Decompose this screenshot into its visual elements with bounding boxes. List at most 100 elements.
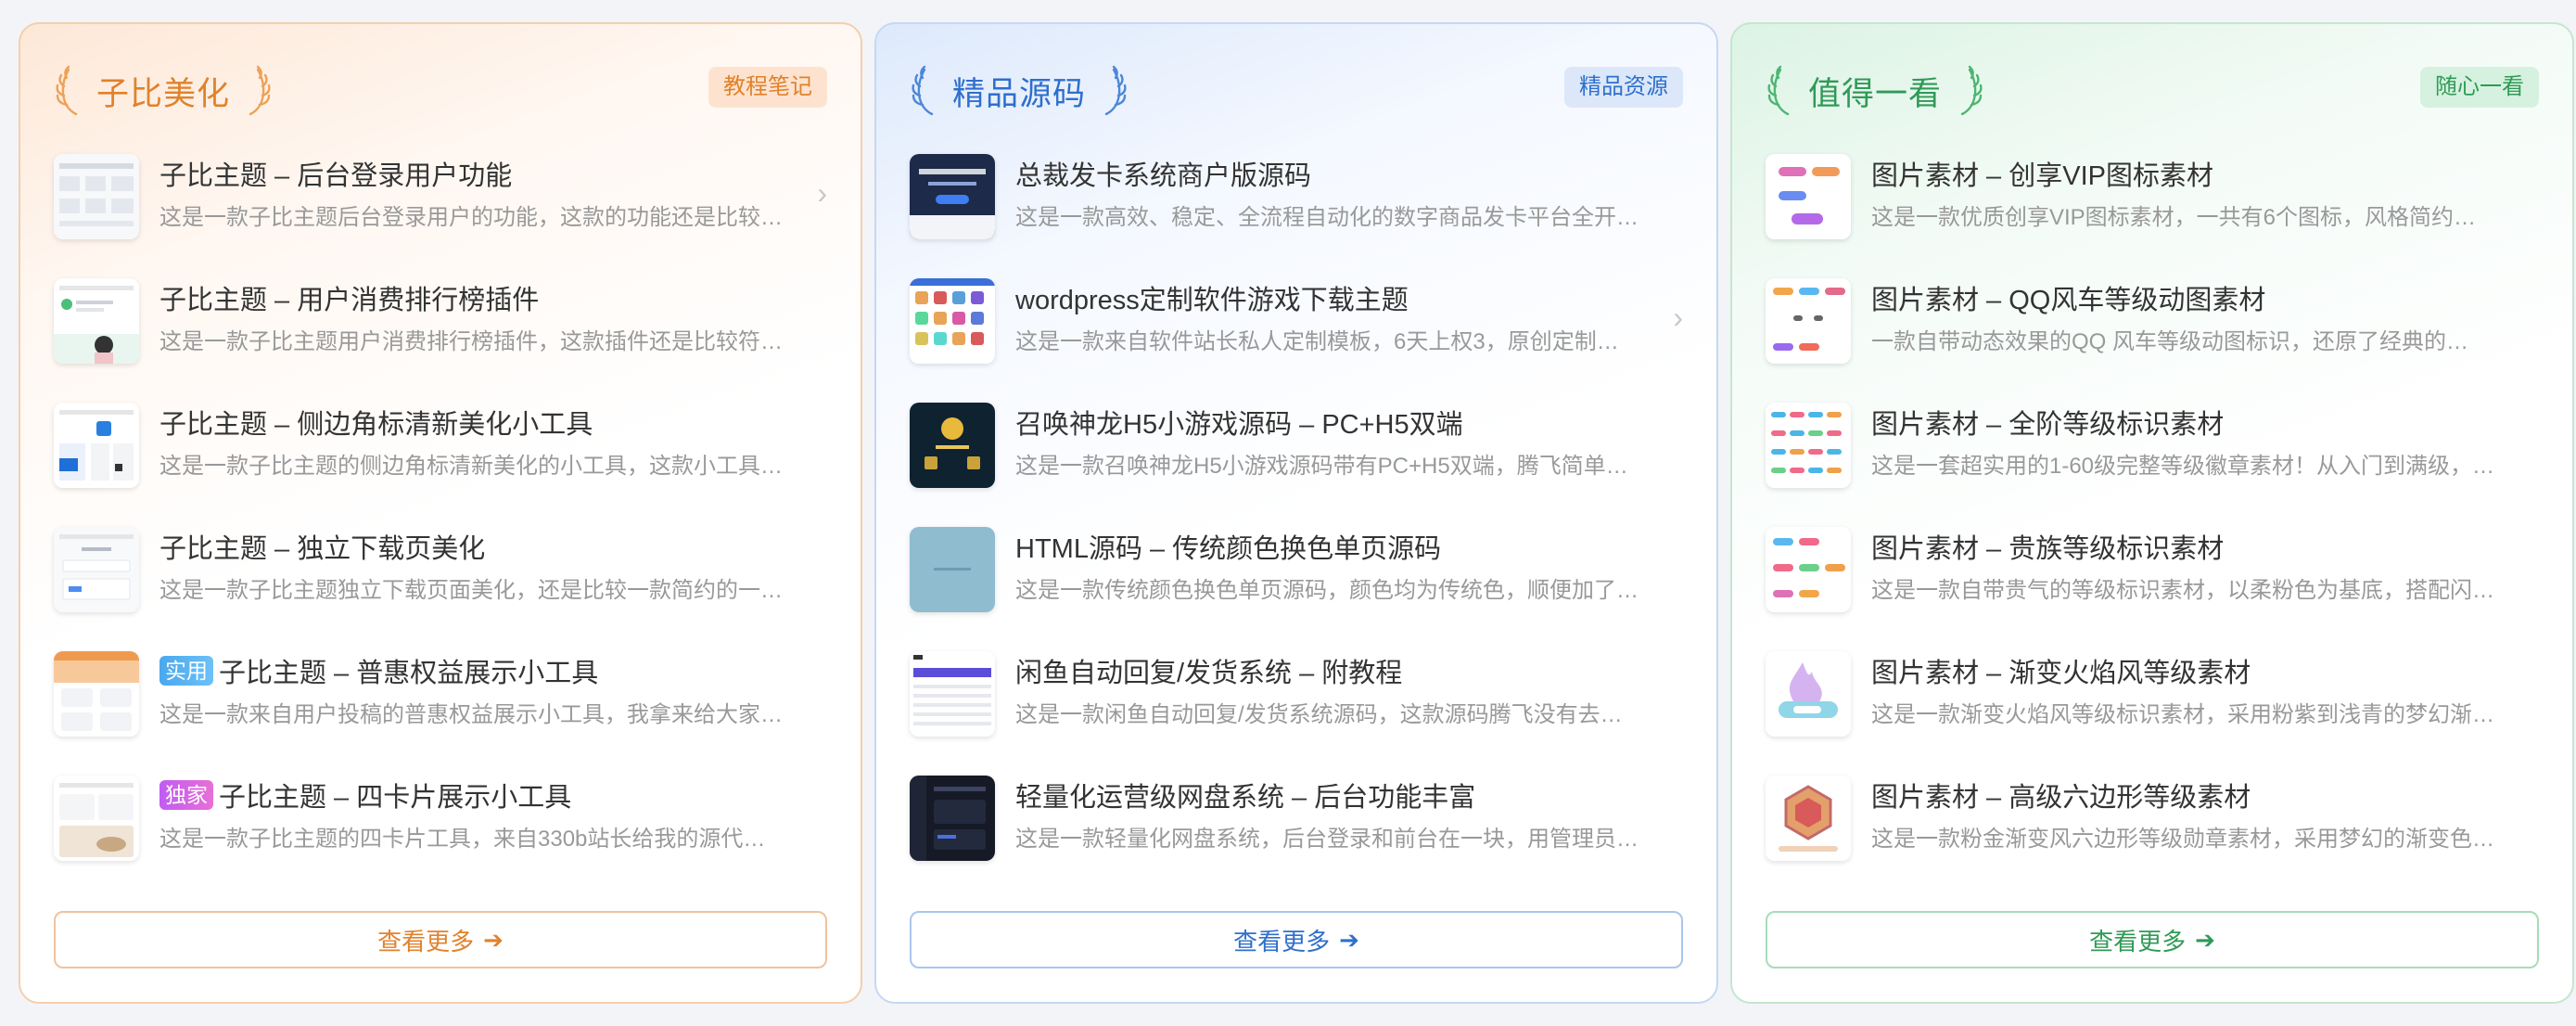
- list-item[interactable]: 子比主题 – 用户消费排行榜插件 这是一款子比主题用户消费排行榜插件，这款插件还…: [54, 273, 827, 397]
- item-description: 这是一款子比主题后台登录用户的功能，这款的功能还是比较…: [159, 205, 783, 230]
- list-item[interactable]: 子比主题 – 独立下载页美化 这是一款子比主题独立下载页面美化，还是比较一款简约…: [54, 521, 827, 646]
- item-title[interactable]: wordpress定制软件游戏下载主题: [1015, 278, 1664, 317]
- item-title-text[interactable]: 图片素材 – 贵族等级标识素材: [1871, 527, 2224, 566]
- item-title[interactable]: 实用 子比主题 – 普惠权益展示小工具: [159, 651, 809, 690]
- panel-header: 值得一看 随心一看: [1766, 61, 2539, 121]
- item-title[interactable]: 图片素材 – 全阶等级标识素材: [1871, 403, 2520, 442]
- list-item[interactable]: 图片素材 – QQ风车等级动图素材 一款自带动态效果的QQ 风车等级动图标识，还…: [1766, 273, 2539, 397]
- item-title-text[interactable]: 子比主题 – 后台登录用户功能: [159, 154, 512, 193]
- thumbnail[interactable]: [910, 154, 995, 239]
- list-item[interactable]: 图片素材 – 高级六边形等级素材 这是一款粉金渐变风六边形等级勋章素材，采用梦幻…: [1766, 770, 2539, 894]
- item-title-text[interactable]: 闲鱼自动回复/发货系统 – 附教程: [1015, 651, 1402, 690]
- panel-title-group: 精品源码: [910, 61, 1129, 121]
- item-title-text[interactable]: 子比主题 – 侧边角标清新美化小工具: [159, 403, 593, 442]
- list-item[interactable]: 闲鱼自动回复/发货系统 – 附教程 这是一款闲鱼自动回复/发货系统源码，这款源码…: [910, 646, 1683, 770]
- panel-zibi-beautify: 子比美化 教程笔记 子比主题 – 后台登录用户功能 这是一款子比主题后台登录用户…: [19, 22, 862, 1004]
- item-title-text[interactable]: 总裁发卡系统商户版源码: [1015, 154, 1311, 193]
- thumbnail[interactable]: [910, 527, 995, 612]
- chevron-right-icon: ›: [817, 176, 827, 210]
- item-title[interactable]: 子比主题 – 后台登录用户功能: [159, 154, 809, 193]
- arrow-right-icon: ➔: [483, 925, 504, 954]
- thumbnail[interactable]: [910, 278, 995, 364]
- list-item[interactable]: 图片素材 – 创享VIP图标素材 这是一款优质创享VIP图标素材，一共有6个图标…: [1766, 148, 2539, 273]
- item-title-text[interactable]: 图片素材 – 高级六边形等级素材: [1871, 776, 2251, 814]
- item-title-text[interactable]: HTML源码 – 传统颜色换色单页源码: [1015, 527, 1441, 566]
- thumbnail[interactable]: [1766, 403, 1851, 488]
- item-title-text[interactable]: 子比主题 – 普惠权益展示小工具: [219, 651, 598, 690]
- list-item[interactable]: 独家 子比主题 – 四卡片展示小工具 这是一款子比主题的四卡片工具，来自330b站…: [54, 770, 827, 894]
- item-title-text[interactable]: wordpress定制软件游戏下载主题: [1015, 278, 1409, 317]
- panel-header: 子比美化 教程笔记: [54, 61, 827, 121]
- list-item[interactable]: 轻量化运营级网盘系统 – 后台功能丰富 这是一款轻量化网盘系统，后台登录和前台在…: [910, 770, 1683, 894]
- thumbnail[interactable]: [54, 651, 139, 737]
- article-list: 图片素材 – 创享VIP图标素材 这是一款优质创享VIP图标素材，一共有6个图标…: [1766, 148, 2539, 894]
- item-description: 这是一款召唤神龙H5小游戏源码带有PC+H5双端，腾飞简单…: [1015, 454, 1628, 479]
- item-title-text[interactable]: 图片素材 – QQ风车等级动图素材: [1871, 278, 2265, 317]
- item-description: 这是一款粉金渐变风六边形等级勋章素材，采用梦幻的渐变色…: [1871, 827, 2494, 852]
- chevron-right-icon: ›: [1673, 301, 1683, 334]
- item-title-text[interactable]: 召唤神龙H5小游戏源码 – PC+H5双端: [1015, 403, 1463, 442]
- item-description: 这是一款子比主题的四卡片工具，来自330b站长给我的源代…: [159, 827, 766, 852]
- badge-exclusive: 独家: [159, 780, 213, 810]
- thumbnail[interactable]: [910, 403, 995, 488]
- thumbnail[interactable]: [54, 527, 139, 612]
- item-title[interactable]: 图片素材 – 贵族等级标识素材: [1871, 527, 2520, 566]
- panel-header: 精品源码 精品资源: [910, 61, 1683, 121]
- panel-title-group: 值得一看: [1766, 61, 1984, 121]
- thumbnail[interactable]: [910, 651, 995, 737]
- item-title[interactable]: 轻量化运营级网盘系统 – 后台功能丰富: [1015, 776, 1664, 814]
- item-description: 这是一款闲鱼自动回复/发货系统源码，这款源码腾飞没有去…: [1015, 702, 1623, 727]
- item-title[interactable]: 图片素材 – 渐变火焰风等级素材: [1871, 651, 2520, 690]
- item-title-text[interactable]: 图片素材 – 渐变火焰风等级素材: [1871, 651, 2251, 690]
- item-title-text[interactable]: 图片素材 – 创享VIP图标素材: [1871, 154, 2213, 193]
- arrow-right-icon: ➔: [2195, 925, 2215, 954]
- list-item[interactable]: 子比主题 – 后台登录用户功能 这是一款子比主题后台登录用户的功能，这款的功能还…: [54, 148, 827, 273]
- view-more-button[interactable]: 查看更多 ➔: [1766, 911, 2539, 968]
- item-title[interactable]: 子比主题 – 侧边角标清新美化小工具: [159, 403, 809, 442]
- item-title[interactable]: 闲鱼自动回复/发货系统 – 附教程: [1015, 651, 1664, 690]
- thumbnail[interactable]: [1766, 154, 1851, 239]
- item-title[interactable]: 图片素材 – 创享VIP图标素材: [1871, 154, 2520, 193]
- list-item[interactable]: 子比主题 – 侧边角标清新美化小工具 这是一款子比主题的侧边角标清新美化的小工具…: [54, 397, 827, 521]
- laurel-left-icon: [56, 65, 78, 116]
- item-title-text[interactable]: 子比主题 – 用户消费排行榜插件: [159, 278, 539, 317]
- thumbnail[interactable]: [910, 776, 995, 861]
- thumbnail[interactable]: [54, 776, 139, 861]
- item-title-text[interactable]: 轻量化运营级网盘系统 – 后台功能丰富: [1015, 776, 1475, 814]
- panel-tag[interactable]: 教程笔记: [708, 67, 827, 108]
- thumbnail[interactable]: [54, 278, 139, 364]
- view-more-button[interactable]: 查看更多 ➔: [54, 911, 827, 968]
- item-title-text[interactable]: 图片素材 – 全阶等级标识素材: [1871, 403, 2224, 442]
- list-item[interactable]: 总裁发卡系统商户版源码 这是一款高效、稳定、全流程自动化的数字商品发卡平台全开…: [910, 148, 1683, 273]
- list-item[interactable]: 图片素材 – 贵族等级标识素材 这是一款自带贵气的等级标识素材，以柔粉色为基底，…: [1766, 521, 2539, 646]
- item-title[interactable]: 子比主题 – 用户消费排行榜插件: [159, 278, 809, 317]
- list-item[interactable]: 图片素材 – 全阶等级标识素材 这是一套超实用的1-60级完整等级徽章素材！从入…: [1766, 397, 2539, 521]
- item-title-text[interactable]: 子比主题 – 四卡片展示小工具: [219, 776, 571, 814]
- list-item[interactable]: wordpress定制软件游戏下载主题 这是一款来自软件站长私人定制模板，6天上…: [910, 273, 1683, 397]
- laurel-left-icon: [912, 65, 934, 116]
- thumbnail[interactable]: [54, 154, 139, 239]
- item-title-text[interactable]: 子比主题 – 独立下载页美化: [159, 527, 485, 566]
- item-title[interactable]: 子比主题 – 独立下载页美化: [159, 527, 809, 566]
- thumbnail[interactable]: [1766, 278, 1851, 364]
- thumbnail[interactable]: [54, 403, 139, 488]
- item-description: 这是一款来自软件站长私人定制模板，6天上权3，原创定制…: [1015, 329, 1619, 354]
- item-title[interactable]: 图片素材 – QQ风车等级动图素材: [1871, 278, 2520, 317]
- panel-tag[interactable]: 精品资源: [1564, 67, 1683, 108]
- list-item[interactable]: HTML源码 – 传统颜色换色单页源码 这是一款传统颜色换色单页源码，颜色均为传…: [910, 521, 1683, 646]
- thumbnail[interactable]: [1766, 527, 1851, 612]
- view-more-button[interactable]: 查看更多 ➔: [910, 911, 1683, 968]
- thumbnail[interactable]: [1766, 651, 1851, 737]
- item-title[interactable]: 独家 子比主题 – 四卡片展示小工具: [159, 776, 809, 814]
- list-item[interactable]: 召唤神龙H5小游戏源码 – PC+H5双端 这是一款召唤神龙H5小游戏源码带有P…: [910, 397, 1683, 521]
- item-title[interactable]: 图片素材 – 高级六边形等级素材: [1871, 776, 2520, 814]
- list-item[interactable]: 图片素材 – 渐变火焰风等级素材 这是一款渐变火焰风等级标识素材，采用粉紫到浅青…: [1766, 646, 2539, 770]
- item-title[interactable]: 总裁发卡系统商户版源码: [1015, 154, 1664, 193]
- item-description: 这是一款来自用户投稿的普惠权益展示小工具，我拿来给大家…: [159, 702, 783, 727]
- item-title[interactable]: HTML源码 – 传统颜色换色单页源码: [1015, 527, 1664, 566]
- list-item[interactable]: 实用 子比主题 – 普惠权益展示小工具 这是一款来自用户投稿的普惠权益展示小工具，…: [54, 646, 827, 770]
- panel-tag[interactable]: 随心一看: [2420, 67, 2539, 108]
- item-description: 这是一款传统颜色换色单页源码，颜色均为传统色，顺便加了…: [1015, 578, 1639, 603]
- thumbnail[interactable]: [1766, 776, 1851, 861]
- item-title[interactable]: 召唤神龙H5小游戏源码 – PC+H5双端: [1015, 403, 1664, 442]
